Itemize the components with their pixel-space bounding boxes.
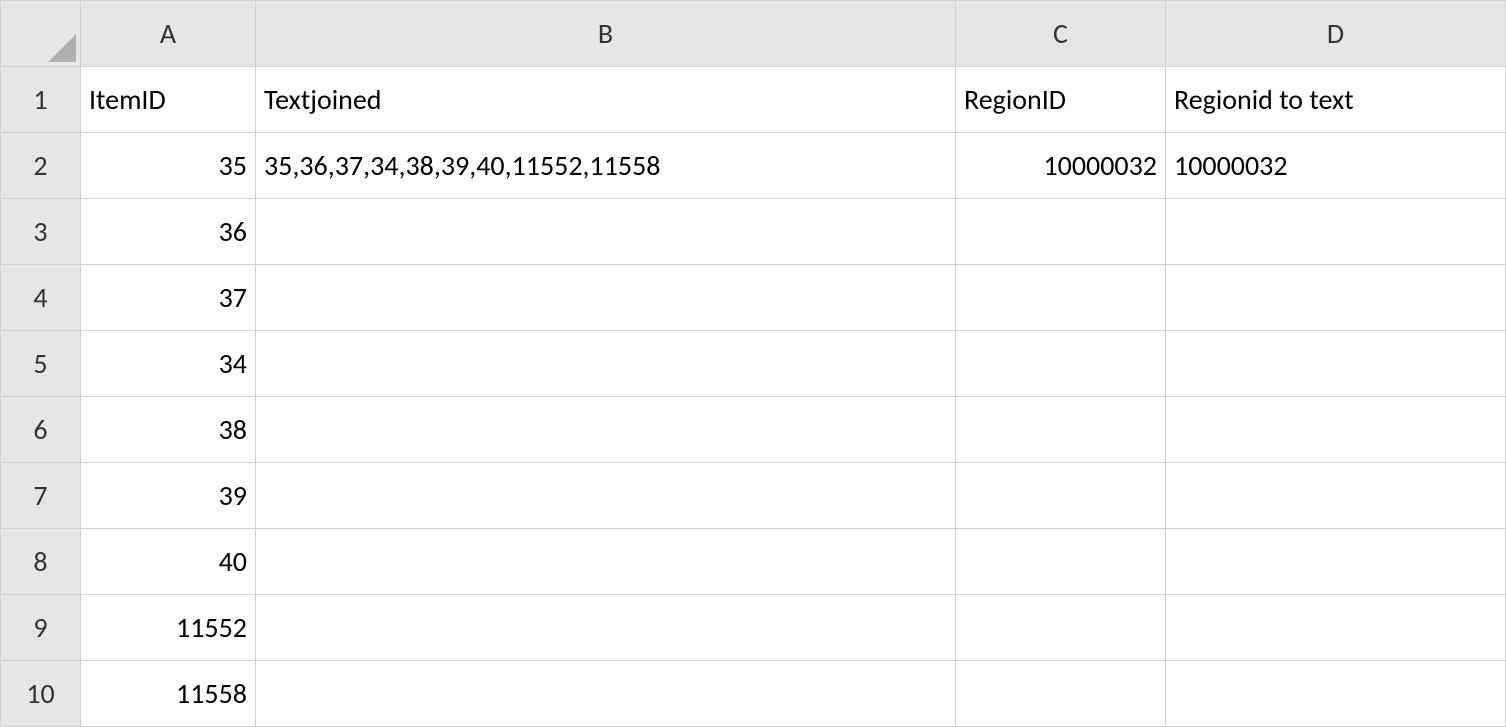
row-header-2[interactable]: 2	[1, 133, 81, 199]
spreadsheet-grid: A B C D 1 ItemID Textjoined RegionID Reg…	[0, 0, 1506, 727]
col-header-B[interactable]: B	[256, 1, 956, 67]
cell-A5[interactable]: 34	[81, 331, 256, 397]
cell-A6[interactable]: 38	[81, 397, 256, 463]
cell-A7[interactable]: 39	[81, 463, 256, 529]
cell-B2[interactable]: 35,36,37,34,38,39,40,11552,11558	[256, 133, 956, 199]
row-header-8[interactable]: 8	[1, 529, 81, 595]
cell-A4[interactable]: 37	[81, 265, 256, 331]
row-header-3[interactable]: 3	[1, 199, 81, 265]
row-header-10[interactable]: 10	[1, 661, 81, 727]
cell-A8[interactable]: 40	[81, 529, 256, 595]
col-header-C[interactable]: C	[956, 1, 1166, 67]
cell-A9[interactable]: 11552	[81, 595, 256, 661]
cell-D5[interactable]	[1166, 331, 1506, 397]
cell-C7[interactable]	[956, 463, 1166, 529]
cell-B4[interactable]	[256, 265, 956, 331]
col-header-D[interactable]: D	[1166, 1, 1506, 67]
cell-B3[interactable]	[256, 199, 956, 265]
cell-B8[interactable]	[256, 529, 956, 595]
cell-C9[interactable]	[956, 595, 1166, 661]
cell-B7[interactable]	[256, 463, 956, 529]
cell-C2[interactable]: 10000032	[956, 133, 1166, 199]
cell-B6[interactable]	[256, 397, 956, 463]
select-all-corner[interactable]	[1, 1, 81, 67]
cell-C10[interactable]	[956, 661, 1166, 727]
cell-C1[interactable]: RegionID	[956, 67, 1166, 133]
cell-B1[interactable]: Textjoined	[256, 67, 956, 133]
cell-A10[interactable]: 11558	[81, 661, 256, 727]
row-header-1[interactable]: 1	[1, 67, 81, 133]
cell-B5[interactable]	[256, 331, 956, 397]
cell-D1[interactable]: Regionid to text	[1166, 67, 1506, 133]
cell-C8[interactable]	[956, 529, 1166, 595]
cell-D8[interactable]	[1166, 529, 1506, 595]
cell-A3[interactable]: 36	[81, 199, 256, 265]
select-all-triangle-icon	[48, 34, 76, 62]
cell-B10[interactable]	[256, 661, 956, 727]
cell-D4[interactable]	[1166, 265, 1506, 331]
cell-A1[interactable]: ItemID	[81, 67, 256, 133]
row-header-9[interactable]: 9	[1, 595, 81, 661]
col-header-A[interactable]: A	[81, 1, 256, 67]
row-header-6[interactable]: 6	[1, 397, 81, 463]
cell-C5[interactable]	[956, 331, 1166, 397]
row-header-7[interactable]: 7	[1, 463, 81, 529]
cell-D3[interactable]	[1166, 199, 1506, 265]
cell-C4[interactable]	[956, 265, 1166, 331]
cell-C3[interactable]	[956, 199, 1166, 265]
cell-D2[interactable]: 10000032	[1166, 133, 1506, 199]
cell-B9[interactable]	[256, 595, 956, 661]
row-header-4[interactable]: 4	[1, 265, 81, 331]
cell-A2[interactable]: 35	[81, 133, 256, 199]
cell-C6[interactable]	[956, 397, 1166, 463]
cell-D10[interactable]	[1166, 661, 1506, 727]
row-header-5[interactable]: 5	[1, 331, 81, 397]
cell-D7[interactable]	[1166, 463, 1506, 529]
cell-D9[interactable]	[1166, 595, 1506, 661]
cell-D6[interactable]	[1166, 397, 1506, 463]
